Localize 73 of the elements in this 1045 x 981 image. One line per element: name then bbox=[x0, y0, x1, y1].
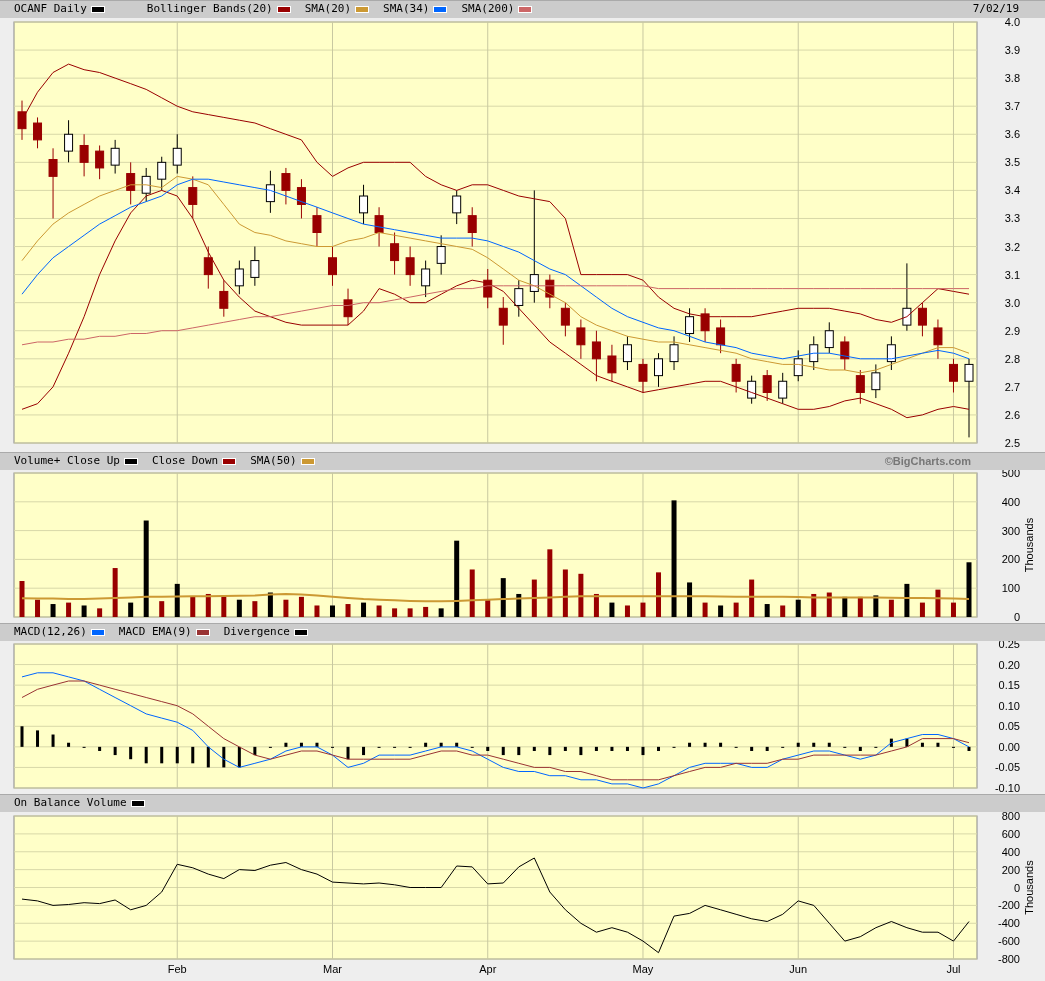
axis-label: -200 bbox=[997, 899, 1020, 912]
axis-label: 0 bbox=[1013, 611, 1020, 623]
legend-swatch bbox=[130, 800, 145, 807]
legend-swatch bbox=[355, 6, 370, 13]
axis-label: 3.2 bbox=[1004, 240, 1020, 253]
axis-label: 3.9 bbox=[1004, 44, 1020, 57]
axis-label: 2.5 bbox=[1004, 437, 1020, 449]
axis-label: 2.7 bbox=[1004, 380, 1020, 393]
axis-label: 2.9 bbox=[1004, 324, 1020, 337]
axis-label: 0.00 bbox=[998, 740, 1020, 753]
axis-label: 0 bbox=[1013, 881, 1020, 894]
legend-label: Volume+ Close Up bbox=[14, 453, 120, 470]
axis-label: Apr bbox=[479, 963, 497, 975]
axis-label: 200 bbox=[1001, 863, 1020, 876]
axis-label: 800 bbox=[1001, 812, 1020, 822]
legend-swatch bbox=[90, 6, 105, 13]
axis-label: 400 bbox=[1001, 495, 1020, 508]
legend-swatch bbox=[276, 6, 291, 13]
axis-label: 3.3 bbox=[1004, 212, 1020, 225]
axis-label: 2.8 bbox=[1004, 352, 1020, 365]
legend-swatch bbox=[433, 6, 448, 13]
axis-label: Jul bbox=[946, 963, 961, 975]
axis-label: 300 bbox=[1001, 524, 1020, 537]
axis-label: 200 bbox=[1001, 553, 1020, 566]
axis-label: 400 bbox=[1001, 845, 1020, 858]
axis-label: -400 bbox=[997, 917, 1020, 930]
axis-label: 0.20 bbox=[998, 658, 1020, 671]
legend-label: SMA(34) bbox=[383, 1, 430, 18]
legend-swatch bbox=[123, 458, 138, 465]
axis-label: 500 bbox=[1001, 470, 1020, 479]
axis-label: 3.1 bbox=[1004, 268, 1020, 281]
axis-label: Jun bbox=[789, 963, 808, 975]
axis-label: 3.0 bbox=[1004, 296, 1020, 309]
legend-label: SMA(50) bbox=[250, 453, 297, 470]
axis-label: 0.10 bbox=[998, 699, 1020, 712]
axis-label: 3.8 bbox=[1004, 72, 1020, 85]
chart-date: 7/02/19 bbox=[972, 1, 1019, 18]
legend-label: SMA(20) bbox=[304, 1, 352, 18]
axis-label: Mar bbox=[323, 963, 342, 975]
axis-title: Thousands bbox=[1023, 517, 1035, 573]
legend-swatch bbox=[293, 629, 308, 636]
legend-swatch bbox=[300, 458, 315, 465]
legend-swatch bbox=[518, 6, 533, 13]
axis-label: 0.05 bbox=[998, 720, 1020, 733]
legend-label: SMA(200) bbox=[461, 1, 515, 18]
credit-text: ©BigCharts.com bbox=[884, 454, 971, 470]
axis-label: 600 bbox=[1001, 827, 1020, 840]
axis-label: 3.7 bbox=[1004, 100, 1020, 113]
legend-swatch bbox=[90, 629, 105, 636]
axis-title: Thousands bbox=[1023, 860, 1035, 915]
legend-label: Divergence bbox=[223, 624, 290, 641]
axis-label: May bbox=[632, 963, 654, 975]
axis-label: 0.15 bbox=[998, 679, 1020, 692]
axis-label: 100 bbox=[1001, 582, 1020, 595]
legend-label: OCANF Daily bbox=[14, 1, 87, 18]
axis-label: 3.6 bbox=[1004, 128, 1020, 141]
axis-label: -800 bbox=[997, 953, 1020, 965]
axis-label: 4.0 bbox=[1004, 18, 1020, 28]
axis-label: -0.05 bbox=[994, 761, 1020, 774]
legend-label: On Balance Volume bbox=[14, 795, 127, 812]
axis-label: Feb bbox=[167, 963, 187, 975]
axis-label: -600 bbox=[997, 935, 1020, 948]
axis-label: 3.4 bbox=[1004, 184, 1020, 197]
legend-label: Close Down bbox=[151, 453, 219, 470]
legend-swatch bbox=[222, 458, 237, 465]
legend-label: Bollinger Bands(20) bbox=[146, 1, 273, 18]
axis-label: 3.5 bbox=[1004, 156, 1020, 169]
legend-label: MACD EMA(9) bbox=[118, 624, 192, 641]
legend-swatch bbox=[195, 629, 210, 636]
legend-label: MACD(12,26) bbox=[14, 624, 87, 641]
axis-label: 2.6 bbox=[1004, 408, 1020, 421]
axis-label: -0.10 bbox=[994, 782, 1020, 794]
axis-label: 0.25 bbox=[998, 641, 1020, 650]
